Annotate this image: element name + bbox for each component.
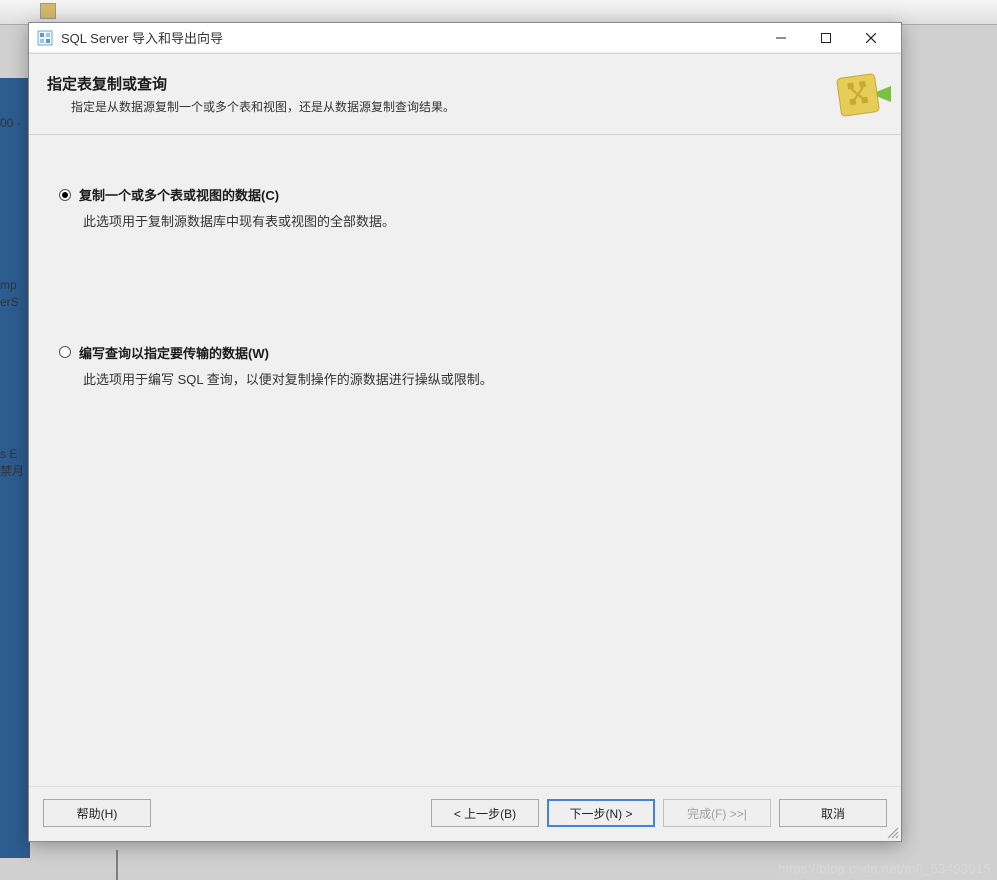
radio-write-query[interactable] xyxy=(59,346,71,358)
cancel-button[interactable]: 取消 xyxy=(779,799,887,827)
label-hotkey: (W) xyxy=(248,346,269,361)
minimize-button[interactable] xyxy=(758,24,803,52)
option-copy-tables: 复制一个或多个表或视图的数据(C) 此选项用于复制源数据库中现有表或视图的全部数… xyxy=(59,185,881,233)
maximize-button[interactable] xyxy=(803,24,848,52)
resize-grip-icon[interactable] xyxy=(885,825,899,839)
next-button[interactable]: 下一步(N) > xyxy=(547,799,655,827)
back-button[interactable]: < 上一步(B) xyxy=(431,799,539,827)
background-vertical-rule xyxy=(116,850,118,880)
wizard-header: 指定表复制或查询 指定是从数据源复制一个或多个表和视图，还是从数据源复制查询结果… xyxy=(29,53,901,135)
background-folder-icon xyxy=(40,3,56,19)
radio-write-query-description: 此选项用于编写 SQL 查询，以便对复制操作的源数据进行操纵或限制。 xyxy=(59,370,881,391)
close-button[interactable] xyxy=(848,24,893,52)
titlebar: SQL Server 导入和导出向导 xyxy=(29,23,901,53)
background-partial-text: 00 - mp erS s E 禁月 xyxy=(0,116,24,482)
radio-copy-tables-description: 此选项用于复制源数据库中现有表或视图的全部数据。 xyxy=(59,212,881,233)
finish-button: 完成(F) >>| xyxy=(663,799,771,827)
radio-copy-tables-label[interactable]: 复制一个或多个表或视图的数据(C) xyxy=(79,185,279,204)
label-hotkey: (C) xyxy=(261,188,279,203)
option-write-query: 编写查询以指定要传输的数据(W) 此选项用于编写 SQL 查询，以便对复制操作的… xyxy=(59,343,881,391)
minimize-icon xyxy=(776,33,786,43)
app-icon xyxy=(37,30,53,46)
label-text: 复制一个或多个表或视图的数据 xyxy=(79,188,261,203)
maximize-icon xyxy=(821,33,831,43)
window-title: SQL Server 导入和导出向导 xyxy=(61,28,758,47)
wizard-dialog: SQL Server 导入和导出向导 指定表复制或查询 指定是从数据源复制一个或… xyxy=(28,22,902,842)
radio-write-query-label[interactable]: 编写查询以指定要传输的数据(W) xyxy=(79,343,269,362)
page-title: 指定表复制或查询 xyxy=(47,73,831,94)
wizard-header-icon xyxy=(831,68,883,120)
label-text: 编写查询以指定要传输的数据 xyxy=(79,346,248,361)
close-icon xyxy=(866,33,876,43)
watermark-text: https://blog.csdn.net/m0_53493915 xyxy=(778,861,991,876)
page-subtitle: 指定是从数据源复制一个或多个表和视图，还是从数据源复制查询结果。 xyxy=(47,98,831,115)
wizard-content: 复制一个或多个表或视图的数据(C) 此选项用于复制源数据库中现有表或视图的全部数… xyxy=(29,135,901,786)
radio-copy-tables[interactable] xyxy=(59,189,71,201)
wizard-button-row: 帮助(H) < 上一步(B) 下一步(N) > 完成(F) >>| 取消 xyxy=(29,786,901,841)
help-button[interactable]: 帮助(H) xyxy=(43,799,151,827)
